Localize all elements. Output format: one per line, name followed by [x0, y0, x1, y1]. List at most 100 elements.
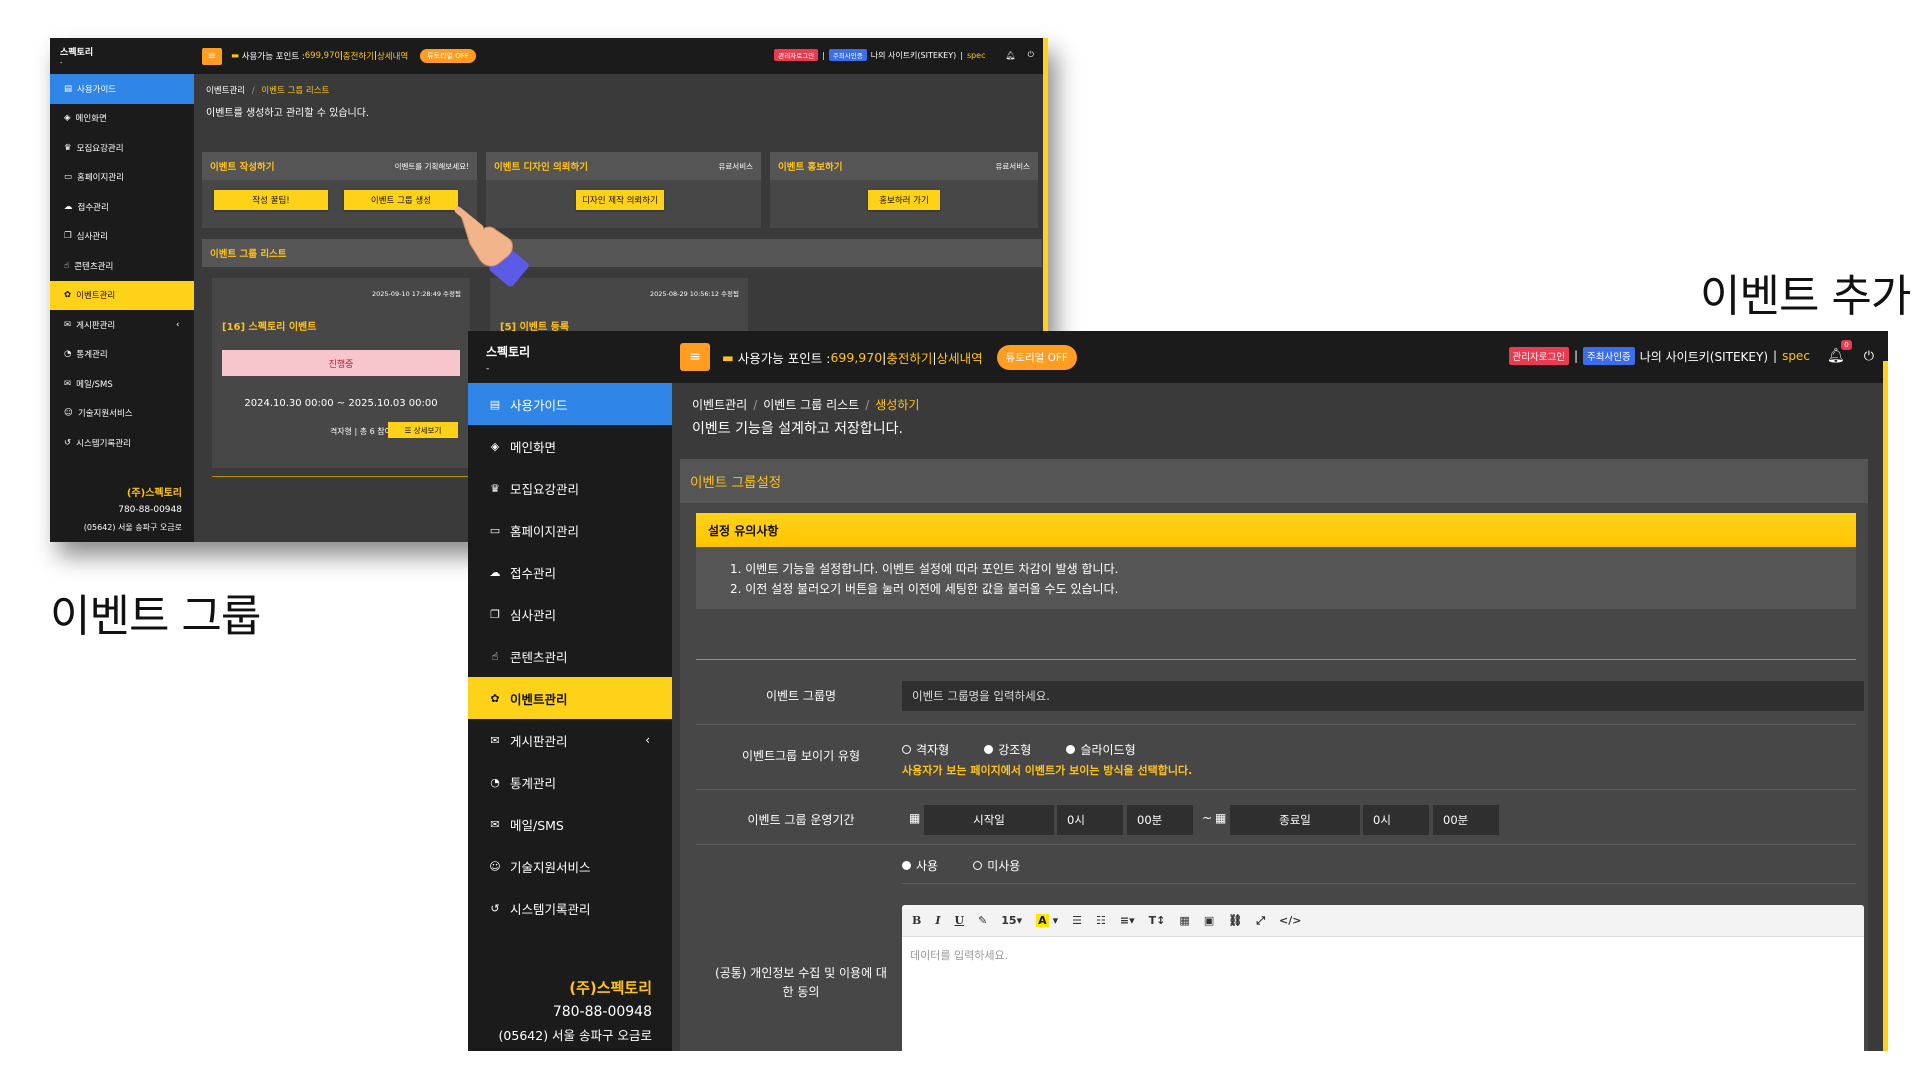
sidebar-item-content[interactable]: ☝ 콘텐츠관리	[50, 251, 194, 281]
font-size-button[interactable]: 15▾	[1001, 914, 1022, 927]
sidebar-item-support[interactable]: ☺ 기술지원서비스	[50, 399, 194, 429]
page-description: 이벤트를 생성하고 관리할 수 있습니다.	[206, 108, 370, 119]
sidebar-item-review[interactable]: ❐ 심사관리	[50, 222, 194, 252]
image-button[interactable]: ▣	[1204, 914, 1214, 927]
breadcrumb-item[interactable]: 이벤트관리	[206, 86, 245, 96]
sidebar-item-stats[interactable]: ◔ 통계관리	[50, 340, 194, 370]
calendar-icon[interactable]: ▦	[1215, 811, 1226, 825]
history-link[interactable]: 상세내역	[937, 348, 983, 367]
sidebar-item-recruit[interactable]: ♛ 모집요강관리	[50, 133, 194, 163]
admin-login-badge[interactable]: 관리자로그인	[1508, 347, 1569, 365]
italic-button[interactable]: I	[935, 914, 940, 927]
bold-button[interactable]: B	[912, 914, 921, 927]
promote-button[interactable]: 홍보하러 가기	[868, 190, 940, 210]
scrollbar[interactable]	[1883, 361, 1888, 1051]
power-icon[interactable]: ⏻	[1028, 50, 1034, 60]
code-view-button[interactable]: </>	[1279, 914, 1301, 927]
underline-button[interactable]: U	[954, 914, 964, 927]
fullscreen-button[interactable]: ⤢	[1256, 914, 1265, 928]
radio-grid[interactable]: 격자형	[902, 741, 949, 758]
table-button[interactable]: ▦	[1179, 914, 1189, 927]
design-request-button[interactable]: 디자인 제작 의뢰하기	[576, 190, 664, 210]
start-date-input[interactable]: 시작일	[924, 805, 1054, 835]
radio-circle	[902, 861, 911, 870]
sidebar-item-content[interactable]: ☝ 콘텐츠관리	[468, 635, 672, 677]
breadcrumb: 이벤트관리 / 이벤트 그룹 리스트 / 생성하기	[692, 398, 920, 412]
radio-highlight[interactable]: 강조형	[984, 741, 1031, 758]
sidebar-item-guide[interactable]: ▤ 사용가이드	[50, 74, 194, 104]
bell-icon[interactable]: 🔔︎ 0	[1827, 340, 1852, 364]
consent-radio-group: 사용 미사용	[902, 855, 1050, 874]
ordered-list-button[interactable]: ☷	[1096, 914, 1106, 927]
sidebar-item-syslog[interactable]: ↺ 시스템기록관리	[50, 428, 194, 458]
power-icon[interactable]: ⏻	[1864, 349, 1874, 364]
sidebar-item-recruit[interactable]: ♛ 모집요강관리	[468, 467, 672, 509]
breadcrumb-item[interactable]: 이벤트 그룹 리스트	[763, 398, 859, 412]
divider	[696, 724, 1856, 725]
calendar-icon[interactable]: ▦	[909, 811, 920, 825]
rich-text-editor[interactable]: B I U ✎ 15▾ A ▾ ☰ ☷ ≡▾ T↕ ▦ ▣ ⛓ ⤢ </> 데이…	[902, 905, 1864, 1051]
sidebar-item-receipt[interactable]: ☁ 접수관리	[468, 551, 672, 593]
sidebar-item-mail[interactable]: ✉ 메일/SMS	[50, 369, 194, 399]
sidebar-item-event[interactable]: ✿ 이벤트관리	[468, 677, 672, 719]
unordered-list-button[interactable]: ☰	[1072, 914, 1082, 927]
card-promote: 이벤트 홍보하기 유료서비스 홍보하러 가기	[770, 152, 1038, 228]
history-link[interactable]: 상세내역	[377, 50, 408, 62]
sidebar-item-mail[interactable]: ✉ 메일/SMS	[468, 803, 672, 845]
credit-card-icon: ▬	[231, 51, 242, 61]
start-hour-select[interactable]: 0시	[1057, 805, 1123, 835]
radio-circle	[1066, 745, 1076, 754]
sidebar-item-receipt[interactable]: ☁ 접수관리	[50, 192, 194, 222]
sidebar-item-syslog[interactable]: ↺ 시스템기록관리	[468, 887, 672, 929]
charge-link[interactable]: 충전하기	[343, 50, 374, 62]
radio-slide[interactable]: 슬라이드형	[1066, 741, 1136, 758]
line-height-button[interactable]: T↕	[1149, 914, 1166, 927]
sidebar-item-guide[interactable]: ▤ 사용가이드	[468, 383, 672, 425]
main-site-badge[interactable]: 주최사인증	[828, 49, 867, 61]
breadcrumb-item[interactable]: 이벤트 그룹 리스트	[261, 86, 329, 96]
menu-toggle-button[interactable]: ≡	[202, 47, 222, 65]
event-title[interactable]: [16] 스펙토리 이벤트	[222, 318, 316, 333]
detail-button[interactable]: ☰ 상세보기	[388, 422, 458, 438]
tutorial-toggle[interactable]: 튜토리얼 OFF	[420, 49, 476, 63]
end-date-input[interactable]: 종료일	[1230, 805, 1360, 835]
bell-icon[interactable]: 🔔︎	[1006, 51, 1016, 60]
link-button[interactable]: ⛓	[1228, 914, 1242, 927]
main-site-badge[interactable]: 주최사인증	[1583, 347, 1635, 365]
company-address: (05642) 서울 송파구 오금로	[83, 523, 182, 532]
points-value: 699,970	[304, 51, 340, 61]
create-group-button[interactable]: 이벤트 그룹 생성	[344, 190, 458, 210]
monitor-icon: ▭	[64, 172, 73, 183]
sidebar-item-main[interactable]: ◈ 메인화면	[468, 425, 672, 467]
sidebar-item-support[interactable]: ☺ 기술지원서비스	[468, 845, 672, 887]
sidebar-item-stats[interactable]: ◔ 통계관리	[468, 761, 672, 803]
sidebar-item-homepage[interactable]: ▭ 홈페이지관리	[468, 509, 672, 551]
eraser-button[interactable]: ✎	[978, 914, 987, 927]
end-hour-select[interactable]: 0시	[1363, 805, 1429, 835]
page-description: 이벤트 기능을 설계하고 저장합니다.	[692, 421, 903, 437]
sidebar-item-homepage[interactable]: ▭ 홈페이지관리	[50, 163, 194, 193]
radio-not-use[interactable]: 미사용	[973, 857, 1020, 874]
tutorial-toggle[interactable]: 튜토리얼 OFF	[996, 344, 1077, 370]
start-minute-select[interactable]: 00분	[1127, 805, 1193, 835]
sidebar-item-review[interactable]: ❐ 심사관리	[468, 593, 672, 635]
card-title: 이벤트 디자인 의뢰하기	[494, 162, 589, 173]
menu-toggle-button[interactable]: ≡	[680, 343, 710, 371]
group-name-input[interactable]: 이벤트 그룹명을 입력하세요.	[902, 681, 1864, 711]
event-group-card[interactable]: 2025-09-10 17:28:49 수정됨 [16] 스펙토리 이벤트 진행…	[212, 278, 470, 468]
admin-login-badge[interactable]: 관리자로그인	[774, 49, 819, 61]
font-color-button[interactable]: A	[1036, 914, 1049, 927]
pointing-hand-icon	[454, 206, 529, 287]
tips-button[interactable]: 작성 꿀팁!	[214, 190, 328, 210]
align-button[interactable]: ≡▾	[1120, 914, 1135, 927]
sidebar-item-main[interactable]: ◈ 메인화면	[50, 104, 194, 134]
charge-link[interactable]: 충전하기	[886, 348, 932, 367]
end-minute-select[interactable]: 00분	[1433, 805, 1499, 835]
radio-use[interactable]: 사용	[902, 857, 938, 874]
sidebar-item-event[interactable]: ✿ 이벤트관리	[50, 280, 194, 310]
sidebar-item-board[interactable]: ✉ 게시판관리 ‹	[468, 719, 672, 761]
color-dropdown-button[interactable]: ▾	[1053, 914, 1059, 927]
sidebar-item-board[interactable]: ✉ 게시판관리 ‹	[50, 310, 194, 340]
breadcrumb-item[interactable]: 이벤트관리	[692, 398, 747, 412]
divider	[902, 883, 1856, 884]
